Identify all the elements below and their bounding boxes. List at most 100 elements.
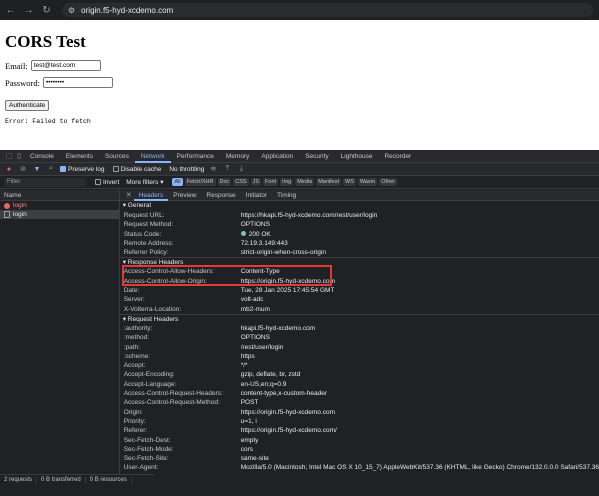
header-value: cors [241, 445, 253, 454]
request-details: ✕ Headers Preview Response Initiator Timing … [119, 190, 599, 485]
download-icon[interactable]: ⤓ [236, 165, 246, 173]
request-list: Name login login 2 requests 0 B transferre… [0, 190, 154, 485]
header-row: Sec-Fetch-Site: same-site [120, 454, 599, 463]
clear-icon[interactable]: ⊘ [18, 165, 28, 173]
detail-tab-timing[interactable]: Timing [272, 190, 301, 201]
filter-type-ws[interactable]: WS [343, 178, 356, 186]
filter-type-other[interactable]: Other [379, 178, 398, 186]
filter-type-css[interactable]: CSS [233, 178, 249, 186]
filter-type-manifest[interactable]: Manifest [316, 178, 341, 186]
invert-checkbox[interactable]: Invert [95, 179, 119, 186]
filter-input[interactable]: Filter [4, 177, 86, 187]
header-row: Access-Control-Request-Method: POST [120, 398, 599, 407]
request-row[interactable]: login [0, 210, 119, 219]
detail-tab-initiator[interactable]: Initiator [241, 190, 272, 201]
header-row: Sec-Fetch-Mode: cors [120, 445, 599, 454]
header-value: empty [241, 436, 259, 445]
header-key: Referrer Policy: [123, 249, 169, 257]
tab-performance[interactable]: Performance [171, 150, 220, 163]
tab-lighthouse[interactable]: Lighthouse [335, 150, 379, 163]
page-title: CORS Test [5, 32, 86, 51]
section-response-headers[interactable]: ▾ Response Headers [119, 257, 599, 267]
header-row: Referrer Policy: strict-origin-when-cross… [120, 248, 599, 257]
authenticate-button[interactable]: Authenticate [5, 100, 50, 111]
section-request-headers[interactable]: ▾ Request Headers [119, 313, 599, 324]
header-value: https://origin.f5-hyd-xcdemo.com [241, 408, 335, 417]
header-key: Access-Control-Allow-Origin: [123, 277, 207, 285]
document-icon [4, 211, 10, 218]
throttling-select[interactable]: No throttling [169, 166, 204, 173]
filter-type-js[interactable]: JS [250, 178, 262, 186]
header-row: Access-Control-Allow-Headers: Content-Typ… [120, 267, 599, 276]
tab-application[interactable]: Application [255, 150, 299, 163]
password-field[interactable] [42, 77, 113, 88]
filter-type-font[interactable]: Font [263, 178, 279, 186]
header-key: Status Code: [123, 230, 162, 238]
device-toolbar-icon[interactable]: ▯ [14, 152, 24, 160]
tab-console[interactable]: Console [24, 150, 60, 163]
header-key: User-Agent: [123, 464, 159, 472]
tab-network[interactable]: Network [134, 150, 171, 163]
header-key: Request URL: [123, 212, 165, 219]
preserve-log-checkbox[interactable]: Preserve log [60, 166, 105, 173]
header-value: Tue, 28 Jan 2025 17:45:54 GMT [241, 286, 335, 295]
inspect-icon[interactable]: ⬚ [4, 152, 14, 160]
tab-security[interactable]: Security [299, 150, 334, 163]
filter-type-wasm[interactable]: Wasm [357, 178, 378, 186]
email-field[interactable] [30, 60, 101, 71]
header-key: Accept-Language: [123, 380, 177, 388]
more-filters-dropdown[interactable]: More filters ▾ [126, 178, 163, 186]
record-icon[interactable]: ● [4, 166, 14, 173]
header-row: :authority: hkapi.f5-hyd-xcdemo.com [120, 324, 599, 333]
url-text: origin.f5-hyd-xcdemo.com [81, 5, 174, 15]
filter-type-all[interactable]: All [172, 178, 183, 186]
address-bar[interactable]: ⚙ origin.f5-hyd-xcdemo.com [62, 3, 593, 17]
section-general[interactable]: ▾ General [120, 201, 599, 211]
filter-type-doc[interactable]: Doc [217, 178, 232, 186]
filter-type-media[interactable]: Media [295, 178, 315, 186]
header-value-text: Content-Type [240, 268, 280, 276]
header-value: content-type,x-custom-header [241, 389, 327, 398]
detail-tab-preview[interactable]: Preview [168, 190, 201, 201]
request-row[interactable]: login [0, 201, 119, 210]
header-key: Remote Address: [123, 239, 174, 247]
tab-elements[interactable]: Elements [60, 150, 99, 163]
header-row: Accept-Language: en-US,en;q=0.9 [120, 380, 599, 389]
filter-icon[interactable]: ▼ [32, 166, 42, 173]
header-value: u=1, i [241, 417, 257, 426]
header-value-text: https://origin.f5-hyd-xcdemo.com [240, 408, 335, 416]
disable-cache-checkbox[interactable]: Disable cache [112, 166, 161, 173]
request-name: login [13, 202, 27, 209]
header-row: :scheme: https [120, 352, 599, 361]
close-icon[interactable]: ✕ [124, 191, 134, 199]
tab-recorder[interactable]: Recorder [378, 150, 417, 163]
reload-icon[interactable]: ↻ [40, 4, 53, 17]
filter-type-img[interactable]: Img [280, 178, 294, 186]
site-info-icon[interactable]: ⚙ [68, 6, 75, 15]
detail-tab-response[interactable]: Response [201, 190, 240, 201]
header-value: https [241, 352, 255, 361]
header-key: Sec-Fetch-Mode: [123, 445, 174, 453]
header-value-text: Mozilla/5.0 (Macintosh; Intel Mac OS X 1… [240, 464, 599, 472]
header-row: Origin: https://origin.f5-hyd-xcdemo.com [120, 408, 599, 417]
header-key: Sec-Fetch-Site: [123, 455, 169, 463]
back-icon[interactable]: ← [4, 4, 17, 17]
name-column-header[interactable]: Name [0, 190, 119, 201]
header-value: https://hkapi.f5-hyd-xcdemo.com/rest/use… [241, 211, 378, 220]
header-key: :method: [123, 334, 149, 342]
tab-memory[interactable]: Memory [220, 150, 255, 163]
header-value-text: 200 OK [248, 230, 271, 238]
forward-icon[interactable]: → [22, 4, 35, 17]
detail-tab-headers[interactable]: Headers [133, 190, 169, 201]
header-key: Request Method: [123, 221, 174, 229]
header-value-text: OPTIONS [240, 221, 270, 229]
upload-icon[interactable]: ⤒ [222, 165, 232, 173]
filter-type-fetchxhr[interactable]: Fetch/XHR [184, 178, 216, 186]
password-row: Password: [5, 77, 594, 88]
tab-sources[interactable]: Sources [99, 150, 135, 163]
header-key: Priority: [123, 417, 146, 425]
wifi-icon[interactable]: ≋ [208, 165, 218, 173]
header-row: :method: OPTIONS [120, 333, 599, 342]
search-icon[interactable]: ⌕ [46, 165, 56, 173]
header-value: https://origin.f5-hyd-xcdemo.com/ [241, 426, 337, 435]
